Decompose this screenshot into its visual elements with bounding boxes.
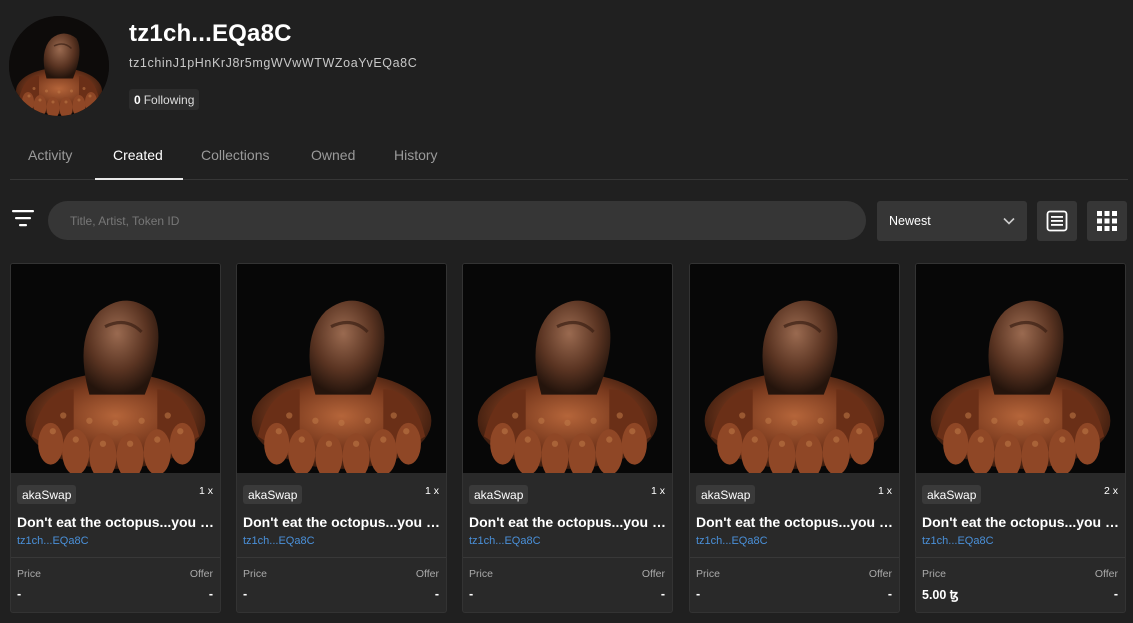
token-title[interactable]: Don't eat the octopus...you damn...: [696, 514, 894, 530]
price-value: -: [17, 587, 22, 601]
avatar: [9, 16, 109, 116]
offer-value: -: [660, 587, 665, 601]
price-label: Price: [696, 568, 720, 580]
platform-badge[interactable]: akaSwap: [922, 485, 982, 504]
token-card[interactable]: akaSwap 1 x Don't eat the octopus...you …: [689, 263, 900, 613]
artist-link[interactable]: tz1ch...EQa8C: [243, 535, 315, 547]
following-count: 0: [134, 92, 141, 107]
divider: [690, 557, 899, 558]
octopus-avatar-image: [9, 16, 109, 116]
edition-count: 2 x: [1103, 485, 1118, 497]
octopus-artwork: [690, 264, 899, 473]
sort-value: Newest: [889, 214, 931, 228]
token-title[interactable]: Don't eat the octopus...you damn...: [922, 514, 1120, 530]
edition-count: 1 x: [650, 485, 665, 497]
following-label: Following: [143, 92, 195, 107]
token-card[interactable]: akaSwap 1 x Don't eat the octopus...you …: [462, 263, 673, 613]
offer-value: -: [1113, 587, 1118, 601]
offer-label: Offer: [868, 568, 892, 580]
price-label: Price: [17, 568, 41, 580]
offer-label: Offer: [641, 568, 665, 580]
artist-link[interactable]: tz1ch...EQa8C: [922, 535, 994, 547]
octopus-artwork: [916, 264, 1125, 473]
artist-link[interactable]: tz1ch...EQa8C: [469, 535, 541, 547]
token-title[interactable]: Don't eat the octopus...you damn...: [17, 514, 215, 530]
token-card[interactable]: akaSwap 1 x Don't eat the octopus...you …: [10, 263, 221, 613]
filter-icon[interactable]: [12, 209, 34, 227]
offer-label: Offer: [415, 568, 439, 580]
grid-view-button[interactable]: [1087, 201, 1127, 241]
octopus-artwork: [237, 264, 446, 473]
token-title[interactable]: Don't eat the octopus...you damn...: [469, 514, 667, 530]
artist-link[interactable]: tz1ch...EQa8C: [696, 535, 768, 547]
grid-view-icon: [1097, 211, 1117, 231]
price-value: -: [469, 587, 474, 601]
sort-dropdown[interactable]: Newest: [877, 201, 1027, 241]
offer-label: Offer: [1094, 568, 1118, 580]
tab-bar: Activity Created Collections Owned Histo…: [10, 136, 1128, 180]
profile-name: tz1ch...EQa8C: [129, 20, 292, 47]
platform-badge[interactable]: akaSwap: [243, 485, 303, 504]
tab-history[interactable]: History: [394, 147, 438, 163]
token-card[interactable]: akaSwap 1 x Don't eat the octopus...you …: [236, 263, 447, 613]
search-input[interactable]: [68, 212, 866, 229]
tab-activity[interactable]: Activity: [28, 147, 72, 163]
wallet-address: tz1chinJ1pHnKrJ8r5mgWVwWTWZoaYvEQa8C: [129, 56, 418, 70]
platform-badge[interactable]: akaSwap: [17, 485, 77, 504]
artist-link[interactable]: tz1ch...EQa8C: [17, 535, 89, 547]
token-image[interactable]: [690, 264, 899, 473]
divider: [237, 557, 446, 558]
price-label: Price: [922, 568, 946, 580]
list-view-icon: [1046, 210, 1068, 232]
price-value: -: [696, 587, 701, 601]
following-badge[interactable]: 0 Following: [129, 89, 200, 110]
price-label: Price: [243, 568, 267, 580]
price-value: -: [243, 587, 248, 601]
octopus-artwork: [11, 264, 220, 473]
edition-count: 1 x: [877, 485, 892, 497]
token-image[interactable]: [11, 264, 220, 473]
platform-badge[interactable]: akaSwap: [696, 485, 756, 504]
list-view-button[interactable]: [1037, 201, 1077, 241]
price-label: Price: [469, 568, 493, 580]
edition-count: 1 x: [424, 485, 439, 497]
tab-owned[interactable]: Owned: [311, 147, 355, 163]
octopus-artwork: [463, 264, 672, 473]
divider: [11, 557, 220, 558]
token-title[interactable]: Don't eat the octopus...you damn...: [243, 514, 441, 530]
token-image[interactable]: [916, 264, 1125, 473]
offer-value: -: [887, 587, 892, 601]
divider: [463, 557, 672, 558]
tab-collections[interactable]: Collections: [201, 147, 269, 163]
token-image[interactable]: [463, 264, 672, 473]
token-card[interactable]: akaSwap 2 x Don't eat the octopus...you …: [915, 263, 1126, 613]
divider: [916, 557, 1125, 558]
active-tab-indicator: [95, 178, 183, 180]
token-image[interactable]: [237, 264, 446, 473]
search-bar[interactable]: [48, 201, 866, 240]
platform-badge[interactable]: akaSwap: [469, 485, 529, 504]
offer-label: Offer: [189, 568, 213, 580]
offer-value: -: [208, 587, 213, 601]
price-value: 5.00 ꜩ: [922, 588, 959, 602]
tab-created[interactable]: Created: [113, 147, 163, 163]
edition-count: 1 x: [198, 485, 213, 497]
chevron-down-icon: [1003, 217, 1015, 225]
offer-value: -: [434, 587, 439, 601]
